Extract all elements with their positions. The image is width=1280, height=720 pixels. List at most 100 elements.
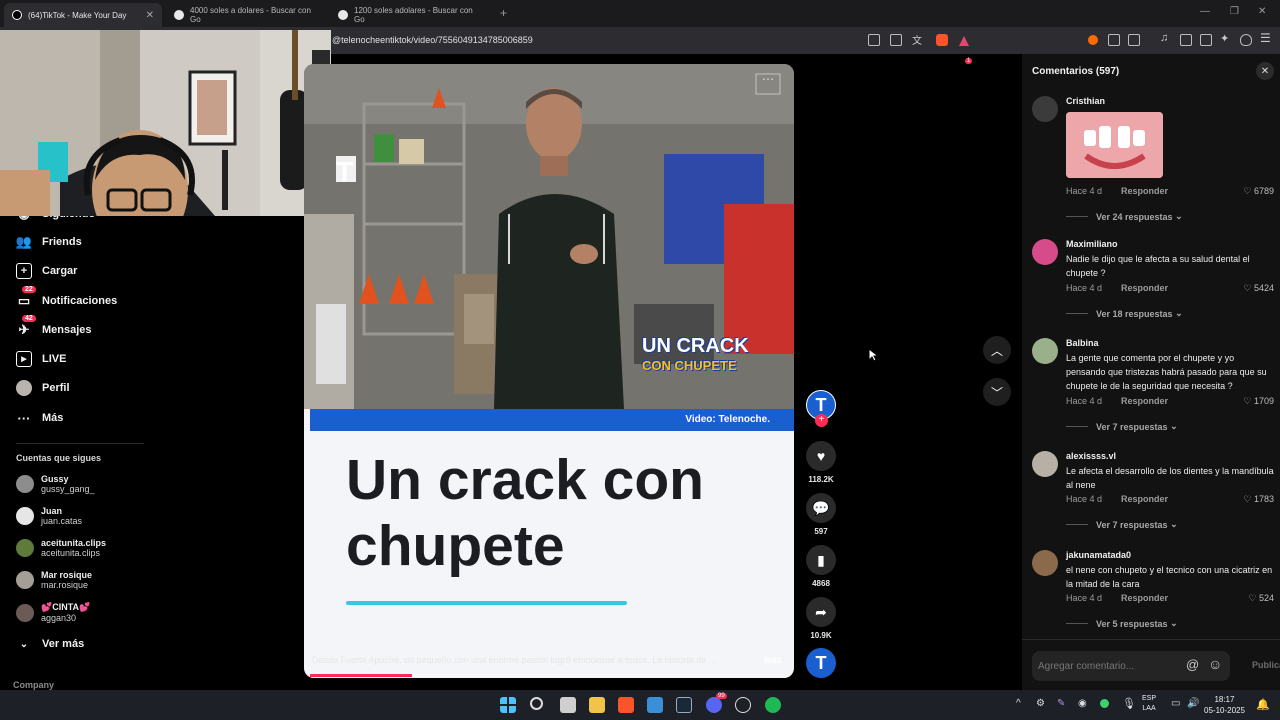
sidebar-toggle-icon[interactable] bbox=[1180, 34, 1192, 46]
menu-icon[interactable]: ☰ bbox=[1260, 31, 1272, 45]
following-account[interactable]: 💕CINTA💕 aggan30 bbox=[16, 602, 90, 623]
view-replies-button[interactable]: Ver 7 respuestas ⌄ bbox=[1066, 421, 1178, 432]
search-icon[interactable] bbox=[530, 697, 543, 710]
reply-button[interactable]: Responder bbox=[1121, 494, 1168, 504]
close-comments-icon[interactable]: ✕ bbox=[1256, 62, 1274, 80]
brave-browser-icon[interactable] bbox=[618, 697, 634, 713]
view-replies-button[interactable]: Ver 18 respuestas ⌄ bbox=[1066, 308, 1183, 319]
show-hidden-icons-icon[interactable]: ^ bbox=[1016, 698, 1021, 709]
comment-username[interactable]: alexissss.vl bbox=[1066, 451, 1116, 461]
reader-mode-icon[interactable] bbox=[868, 34, 880, 46]
system-clock[interactable]: 18:17 05-10-2025 bbox=[1204, 694, 1245, 716]
avatar[interactable] bbox=[1032, 239, 1058, 265]
avatar[interactable] bbox=[1032, 550, 1058, 576]
windows-start-icon[interactable] bbox=[500, 697, 516, 713]
volume-icon[interactable]: 🔊 bbox=[1187, 698, 1199, 709]
view-replies-button[interactable]: Ver 24 respuestas ⌄ bbox=[1066, 211, 1183, 222]
file-explorer-icon[interactable] bbox=[589, 697, 605, 713]
following-account[interactable]: aceitunita.clips aceitunita.clips bbox=[16, 538, 106, 558]
browser-tab-search-2[interactable]: 1200 soles adolares - Buscar con Go bbox=[330, 3, 490, 27]
task-view-icon[interactable] bbox=[560, 697, 576, 713]
tray-app-icon[interactable]: ⚙ bbox=[1036, 698, 1045, 709]
sidebar-item-more[interactable]: ··· Más bbox=[16, 410, 64, 426]
sidebar-item-live[interactable]: ▶ LIVE bbox=[16, 351, 66, 367]
tray-status-icon[interactable] bbox=[1100, 699, 1109, 708]
wallet-icon[interactable] bbox=[1200, 34, 1212, 46]
rewards-icon[interactable] bbox=[958, 34, 970, 46]
see-more-accounts-button[interactable]: ⌄ Ver más bbox=[16, 636, 84, 652]
following-account[interactable]: Juan juan.catas bbox=[16, 506, 82, 526]
extension-puzzle-icon[interactable] bbox=[1108, 34, 1120, 46]
comment-button[interactable]: 💬 597 bbox=[806, 493, 836, 536]
comment-username[interactable]: Balbina bbox=[1066, 338, 1099, 348]
save-button[interactable]: ▮ 4868 bbox=[806, 545, 836, 588]
comment-like-button[interactable]: ♡ 1709 bbox=[1243, 396, 1274, 407]
emoji-icon[interactable]: ☺ bbox=[1208, 656, 1222, 672]
video-progress-bar[interactable] bbox=[310, 674, 794, 677]
comment-username[interactable]: jakunamatada0 bbox=[1066, 550, 1131, 560]
share-button[interactable]: ➦ 10.9K bbox=[806, 597, 836, 640]
mention-icon[interactable]: @ bbox=[1186, 657, 1199, 672]
reply-button[interactable]: Responder bbox=[1121, 396, 1168, 406]
photos-app-icon[interactable] bbox=[647, 697, 663, 713]
comment-username[interactable]: Cristhian bbox=[1066, 96, 1105, 106]
sidebar-item-upload[interactable]: + Cargar bbox=[16, 263, 77, 279]
notification-center-icon[interactable]: 🔔 bbox=[1256, 698, 1270, 711]
avatar[interactable] bbox=[1032, 451, 1058, 477]
comment-input[interactable] bbox=[1038, 657, 1178, 675]
music-icon[interactable]: ♫ bbox=[1160, 32, 1172, 44]
publish-button[interactable]: Publicar bbox=[1252, 660, 1280, 670]
extension-screenshot-icon[interactable] bbox=[1128, 34, 1140, 46]
comment-like-button[interactable]: ♡ 524 bbox=[1248, 593, 1274, 604]
following-account[interactable]: Gussy gussy_gang_ bbox=[16, 474, 95, 494]
input-language[interactable]: ESP LAA bbox=[1142, 694, 1156, 714]
network-icon[interactable]: ▭ bbox=[1171, 698, 1180, 709]
following-account[interactable]: Mar rosique mar.rosique bbox=[16, 570, 92, 590]
browser-tab-tiktok[interactable]: (64)TikTok - Make Your Day ✕ bbox=[4, 3, 162, 27]
steam-icon[interactable] bbox=[676, 697, 692, 713]
vpn-shield-icon[interactable] bbox=[1240, 34, 1252, 46]
cast-icon[interactable] bbox=[890, 34, 902, 46]
new-tab-button[interactable]: + bbox=[500, 6, 507, 20]
url-field[interactable]: @telenocheentiktok/video/755604913478500… bbox=[332, 35, 533, 45]
comment-like-button[interactable]: ♡ 5424 bbox=[1243, 283, 1274, 294]
minimize-icon[interactable]: — bbox=[1200, 6, 1210, 17]
sidebar-item-notifications[interactable]: ▭ 22 Notificaciones bbox=[16, 286, 117, 309]
microphone-icon[interactable]: 🎙 bbox=[1122, 697, 1136, 710]
comment-image[interactable] bbox=[1066, 112, 1163, 178]
close-window-icon[interactable]: ✕ bbox=[1258, 6, 1266, 17]
view-replies-button[interactable]: Ver 5 respuestas ⌄ bbox=[1066, 618, 1178, 629]
reply-button[interactable]: Responder bbox=[1121, 283, 1168, 293]
spotify-icon[interactable] bbox=[765, 697, 781, 713]
close-tab-icon[interactable]: ✕ bbox=[146, 10, 154, 21]
ai-assistant-icon[interactable]: ✦ bbox=[1220, 32, 1232, 45]
sidebar-item-messages[interactable]: ✈ 42 Mensajes bbox=[16, 315, 92, 338]
caption-more-link[interactable]: más bbox=[764, 655, 782, 665]
next-video-button[interactable]: ﹀ bbox=[983, 378, 1011, 406]
like-button[interactable]: ♥ 118.2K bbox=[806, 441, 836, 484]
browser-tab-search-1[interactable]: 4000 soles a dolares - Buscar con Go bbox=[166, 3, 326, 27]
avatar[interactable] bbox=[1032, 96, 1058, 122]
discord-icon[interactable] bbox=[706, 697, 722, 713]
comment-username[interactable]: Maximiliano bbox=[1066, 239, 1118, 249]
comment-like-button[interactable]: ♡ 6789 bbox=[1243, 186, 1274, 197]
view-replies-button[interactable]: Ver 7 respuestas ⌄ bbox=[1066, 519, 1178, 530]
video-player[interactable]: T ⋯ UN CRACK CON CHUPETE Video: Telenoch… bbox=[304, 64, 794, 678]
creator-avatar-button[interactable]: T + bbox=[806, 390, 836, 427]
sidebar-item-profile[interactable]: Perfil bbox=[16, 380, 70, 396]
sidebar-item-friends[interactable]: 👥 Friends bbox=[16, 234, 82, 250]
tray-steam-icon[interactable]: ◉ bbox=[1078, 698, 1087, 709]
reply-button[interactable]: Responder bbox=[1121, 593, 1168, 603]
previous-video-button[interactable]: ︿ bbox=[983, 336, 1011, 364]
reply-button[interactable]: Responder bbox=[1121, 186, 1168, 196]
maximize-icon[interactable]: ❐ bbox=[1230, 6, 1239, 17]
follow-plus-icon[interactable]: + bbox=[815, 414, 828, 427]
translate-icon[interactable]: 文 bbox=[912, 32, 924, 47]
creator-music-disc[interactable]: T bbox=[806, 648, 836, 678]
tray-feather-icon[interactable]: ✎ bbox=[1057, 698, 1065, 709]
extension-flame-icon[interactable] bbox=[1088, 35, 1098, 45]
comment-like-button[interactable]: ♡ 1783 bbox=[1243, 494, 1274, 505]
obs-icon[interactable] bbox=[735, 697, 751, 713]
company-link[interactable]: Company bbox=[13, 680, 54, 690]
brave-shield-icon[interactable] bbox=[936, 34, 948, 46]
